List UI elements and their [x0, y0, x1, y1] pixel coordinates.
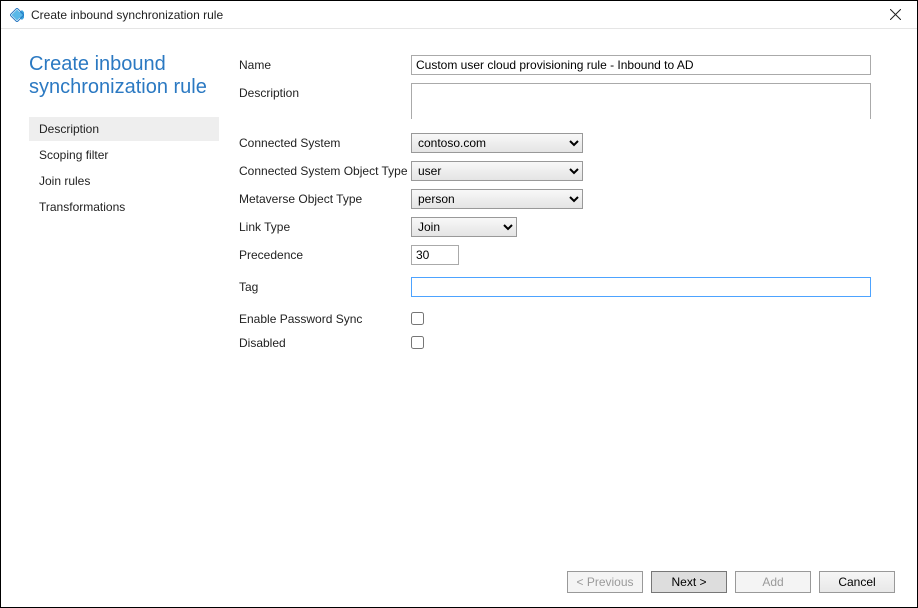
body: Create inbound synchronization rule Desc… [1, 29, 917, 561]
cs-object-type-select[interactable]: user [411, 161, 583, 181]
footer: < Previous Next > Add Cancel [1, 561, 917, 607]
window-title: Create inbound synchronization rule [31, 8, 223, 22]
link-type-select[interactable]: Join [411, 217, 517, 237]
row-connected-system: Connected System contoso.com [239, 133, 889, 155]
previous-button[interactable]: < Previous [567, 571, 643, 593]
add-button[interactable]: Add [735, 571, 811, 593]
label-cs-object-type: Connected System Object Type [239, 161, 411, 178]
row-name: Name [239, 55, 889, 77]
description-input[interactable] [411, 83, 871, 119]
wizard-nav: Description Scoping filter Join rules Tr… [29, 117, 239, 219]
app-icon [9, 7, 25, 23]
row-cs-object-type: Connected System Object Type user [239, 161, 889, 183]
nav-item-scoping-filter[interactable]: Scoping filter [29, 143, 219, 167]
left-column: Create inbound synchronization rule Desc… [29, 53, 239, 561]
label-description: Description [239, 83, 411, 100]
label-mv-object-type: Metaverse Object Type [239, 189, 411, 206]
row-enable-password-sync: Enable Password Sync [239, 309, 889, 331]
row-disabled: Disabled [239, 333, 889, 355]
name-input[interactable] [411, 55, 871, 75]
page-title: Create inbound synchronization rule [29, 53, 239, 99]
label-connected-system: Connected System [239, 133, 411, 150]
row-mv-object-type: Metaverse Object Type person [239, 189, 889, 211]
titlebar: Create inbound synchronization rule [1, 1, 917, 29]
row-description: Description [239, 83, 889, 119]
label-disabled: Disabled [239, 333, 411, 350]
close-icon [890, 9, 901, 20]
label-link-type: Link Type [239, 217, 411, 234]
content: Create inbound synchronization rule Desc… [1, 29, 917, 607]
cancel-button[interactable]: Cancel [819, 571, 895, 593]
row-tag: Tag [239, 277, 889, 299]
close-button[interactable] [881, 1, 909, 29]
row-precedence: Precedence [239, 245, 889, 267]
tag-input[interactable] [411, 277, 871, 297]
enable-password-sync-checkbox[interactable] [411, 312, 424, 325]
connected-system-select[interactable]: contoso.com [411, 133, 583, 153]
mv-object-type-select[interactable]: person [411, 189, 583, 209]
nav-item-transformations[interactable]: Transformations [29, 195, 219, 219]
row-link-type: Link Type Join [239, 217, 889, 239]
label-precedence: Precedence [239, 245, 411, 262]
label-enable-password-sync: Enable Password Sync [239, 309, 411, 326]
next-button[interactable]: Next > [651, 571, 727, 593]
label-tag: Tag [239, 277, 411, 294]
form-area: Name Description Connected System contos… [239, 53, 889, 561]
precedence-input[interactable] [411, 245, 459, 265]
disabled-checkbox[interactable] [411, 336, 424, 349]
nav-item-description[interactable]: Description [29, 117, 219, 141]
nav-item-join-rules[interactable]: Join rules [29, 169, 219, 193]
label-name: Name [239, 55, 411, 72]
